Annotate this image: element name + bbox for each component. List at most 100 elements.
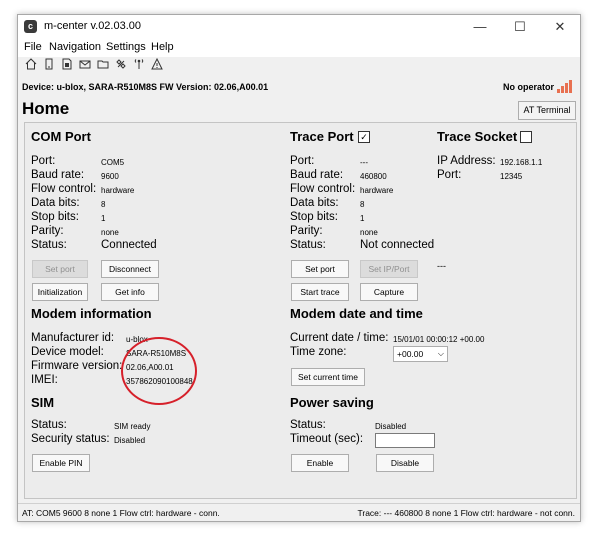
com-port-title: COM Port bbox=[31, 129, 91, 144]
trace-baud-value: 460800 bbox=[360, 172, 387, 181]
disconnect-button[interactable]: Disconnect bbox=[101, 260, 159, 278]
trace-port-value: --- bbox=[360, 158, 368, 167]
com-port-label: Port: bbox=[31, 155, 56, 167]
enable-pin-button[interactable]: Enable PIN bbox=[32, 454, 90, 472]
annotation-circle bbox=[121, 337, 197, 405]
set-current-time-button[interactable]: Set current time bbox=[291, 368, 365, 386]
trace-parity-value: none bbox=[360, 228, 378, 237]
operator-status: No operator bbox=[502, 82, 554, 92]
trace-databits-value: 8 bbox=[360, 200, 365, 209]
main-window: c m-center v.02.03.00 — ☐ ✕ File Navigat… bbox=[17, 14, 581, 522]
ip-port-status: --- bbox=[437, 261, 446, 271]
ip-address-label: IP Address: bbox=[437, 155, 496, 167]
maximize-button[interactable]: ☐ bbox=[500, 15, 540, 39]
sim-title: SIM bbox=[31, 395, 55, 410]
socket-port-value: 12345 bbox=[500, 172, 523, 181]
ip-address-value: 192.168.1.1 bbox=[500, 158, 543, 167]
com-parity-label: Parity: bbox=[31, 225, 64, 237]
trace-status-label: Status: bbox=[290, 239, 326, 251]
title-bar[interactable]: c m-center v.02.03.00 — ☐ ✕ bbox=[18, 15, 580, 39]
window-title: m-center v.02.03.00 bbox=[44, 20, 142, 32]
power-disable-button[interactable]: Disable bbox=[376, 454, 434, 472]
com-baud-value: 9600 bbox=[101, 172, 119, 181]
com-baud-label: Baud rate: bbox=[31, 169, 85, 181]
trace-flow-value: hardware bbox=[360, 186, 394, 195]
start-trace-button[interactable]: Start trace bbox=[291, 283, 349, 301]
close-button[interactable]: ✕ bbox=[540, 15, 580, 39]
com-flow-label: Flow control: bbox=[31, 183, 97, 195]
timezone-label: Time zone: bbox=[290, 346, 347, 358]
trace-socket-title: Trace Socket bbox=[437, 129, 518, 144]
com-port-value: COM5 bbox=[101, 158, 125, 167]
power-status-label: Status: bbox=[290, 419, 326, 431]
set-port-button[interactable]: Set port bbox=[32, 260, 88, 278]
mail-icon[interactable] bbox=[78, 58, 92, 74]
com-flow-value: hardware bbox=[101, 186, 135, 195]
page-title: Home bbox=[22, 99, 70, 118]
sim-icon[interactable] bbox=[60, 58, 74, 74]
trace-set-port-button[interactable]: Set port bbox=[291, 260, 349, 278]
com-stopbits-value: 1 bbox=[101, 214, 106, 223]
trace-socket-checkbox[interactable] bbox=[520, 131, 532, 143]
power-saving-title: Power saving bbox=[290, 395, 374, 410]
timeout-input[interactable] bbox=[375, 433, 435, 448]
folder-icon[interactable] bbox=[96, 58, 110, 74]
device-info: Device: u-blox, SARA-R510M8S FW Version:… bbox=[22, 82, 269, 92]
trace-status-value: Not connected bbox=[360, 239, 435, 251]
capture-button[interactable]: Capture bbox=[360, 283, 418, 301]
minimize-button[interactable]: — bbox=[460, 15, 500, 39]
app-icon: c bbox=[24, 20, 37, 33]
status-bar: AT: COM5 9600 8 none 1 Flow ctrl: hardwa… bbox=[18, 503, 580, 521]
imei-label: IMEI: bbox=[31, 374, 58, 386]
get-info-button[interactable]: Get info bbox=[101, 283, 159, 301]
sim-status-value: SIM ready bbox=[114, 422, 151, 431]
at-status-text: AT: COM5 9600 8 none 1 Flow ctrl: hardwa… bbox=[22, 508, 220, 518]
trace-port-checkbox[interactable]: ✓ bbox=[358, 131, 370, 143]
menu-help[interactable]: Help bbox=[151, 41, 174, 53]
datetime-value: 15/01/01 00:00:12 +00.00 bbox=[393, 335, 485, 344]
device-model-label: Device model: bbox=[31, 346, 104, 358]
menu-settings[interactable]: Settings bbox=[106, 41, 146, 53]
security-status-value: Disabled bbox=[114, 436, 146, 445]
home-panel: COM Port Port: COM5 Baud rate: 9600 Flow… bbox=[24, 122, 577, 499]
trace-port-title: Trace Port bbox=[290, 129, 354, 144]
com-parity-value: none bbox=[101, 228, 119, 237]
trace-parity-label: Parity: bbox=[290, 225, 323, 237]
power-status-value: Disabled bbox=[375, 422, 407, 431]
socket-port-label: Port: bbox=[437, 169, 462, 181]
warning-icon[interactable] bbox=[150, 57, 164, 74]
trace-baud-label: Baud rate: bbox=[290, 169, 344, 181]
sim-status-label: Status: bbox=[31, 419, 67, 431]
initialization-button[interactable]: Initialization bbox=[32, 283, 88, 301]
phone-icon[interactable] bbox=[42, 58, 56, 74]
timeout-label: Timeout (sec): bbox=[290, 433, 364, 445]
trace-flow-label: Flow control: bbox=[290, 183, 356, 195]
com-status-value: Connected bbox=[101, 239, 157, 251]
menu-file[interactable]: File bbox=[24, 41, 42, 53]
signal-strength-icon bbox=[557, 79, 575, 93]
toolbar bbox=[18, 57, 580, 77]
timezone-value: +00.00 bbox=[397, 349, 424, 359]
power-enable-button[interactable]: Enable bbox=[291, 454, 349, 472]
at-terminal-button[interactable]: AT Terminal bbox=[518, 101, 576, 120]
set-ip-port-button[interactable]: Set IP/Port bbox=[360, 260, 418, 278]
com-databits-value: 8 bbox=[101, 200, 106, 209]
trace-databits-label: Data bits: bbox=[290, 197, 339, 209]
trace-port-label: Port: bbox=[290, 155, 315, 167]
modem-datetime-title: Modem date and time bbox=[290, 306, 423, 321]
trace-status-text: Trace: --- 460800 8 none 1 Flow ctrl: ha… bbox=[357, 508, 576, 518]
com-status-label: Status: bbox=[31, 239, 67, 251]
datetime-label: Current date / time: bbox=[290, 332, 389, 344]
modem-info-title: Modem information bbox=[31, 306, 152, 321]
satellite-icon[interactable] bbox=[114, 58, 128, 74]
home-icon[interactable] bbox=[24, 58, 38, 74]
com-databits-label: Data bits: bbox=[31, 197, 80, 209]
com-stopbits-label: Stop bits: bbox=[31, 211, 79, 223]
menu-navigation[interactable]: Navigation bbox=[49, 41, 101, 53]
trace-stopbits-label: Stop bits: bbox=[290, 211, 338, 223]
chevron-down-icon: ⌵ bbox=[437, 349, 444, 358]
device-bar: Device: u-blox, SARA-R510M8S FW Version:… bbox=[18, 79, 580, 97]
antenna-icon[interactable] bbox=[132, 58, 146, 74]
timezone-select[interactable]: +00.00 ⌵ bbox=[393, 346, 448, 362]
manufacturer-label: Manufacturer id: bbox=[31, 332, 115, 344]
